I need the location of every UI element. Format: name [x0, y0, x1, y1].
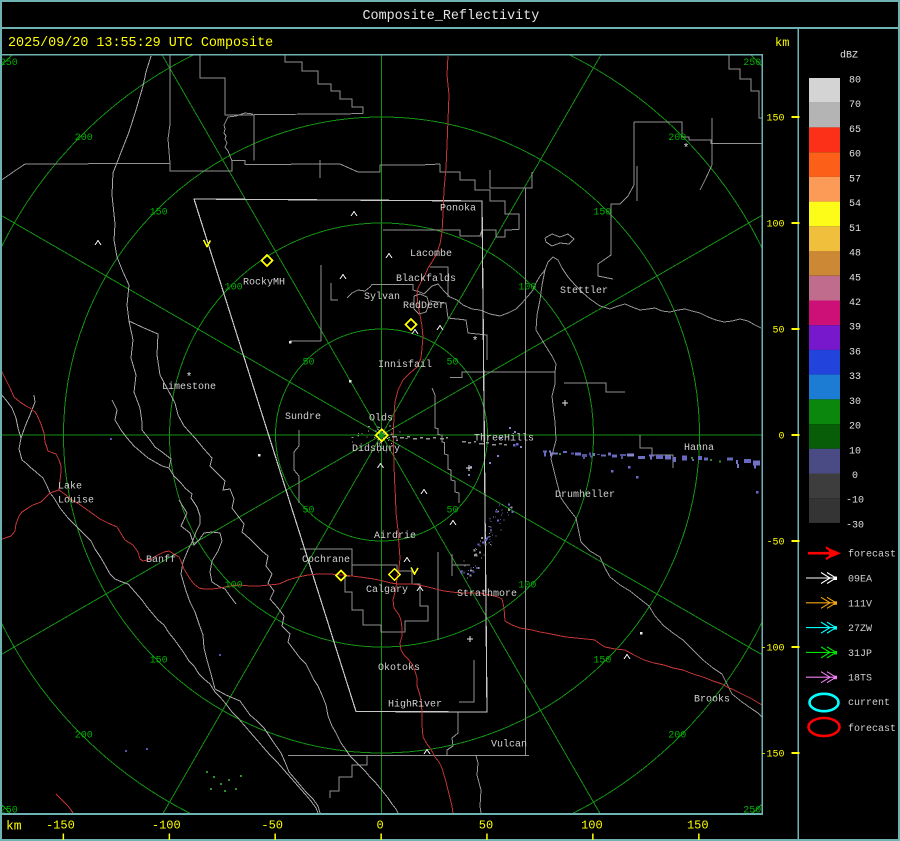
svg-text:150: 150 [593, 656, 611, 667]
svg-text:0: 0 [852, 471, 858, 482]
svg-text:250: 250 [0, 58, 18, 69]
svg-text:Cochrane: Cochrane [302, 554, 350, 566]
svg-text:Vulcan: Vulcan [491, 739, 527, 751]
svg-text:200: 200 [75, 730, 93, 741]
svg-text:70: 70 [849, 100, 861, 111]
svg-text:Hanna: Hanna [684, 443, 714, 454]
svg-text:forecast: forecast [848, 549, 896, 561]
svg-text:-50: -50 [261, 819, 283, 833]
svg-text:27ZW: 27ZW [848, 624, 872, 635]
svg-text:Stettler: Stettler [560, 285, 608, 297]
svg-text:48: 48 [849, 249, 861, 260]
svg-text:-10: -10 [846, 496, 864, 507]
svg-text:Strathmore: Strathmore [457, 588, 517, 600]
svg-text:100: 100 [518, 283, 536, 294]
svg-text:50: 50 [302, 506, 314, 517]
svg-text:200: 200 [75, 133, 93, 144]
svg-text:100: 100 [766, 220, 784, 231]
svg-text:*: * [472, 336, 479, 348]
svg-text:RockyMH: RockyMH [243, 277, 285, 289]
svg-text:250: 250 [743, 58, 761, 69]
svg-text:100: 100 [581, 819, 603, 833]
svg-text:RedDeer: RedDeer [403, 300, 445, 312]
svg-text:42: 42 [849, 298, 861, 309]
svg-text:Lake: Lake [58, 481, 82, 493]
svg-text:51: 51 [849, 224, 861, 235]
svg-text:*: * [186, 372, 193, 384]
svg-text:30: 30 [849, 397, 861, 408]
svg-text:-150: -150 [46, 819, 75, 833]
svg-text:Airdrie: Airdrie [374, 530, 416, 542]
svg-text:Innisfail: Innisfail [378, 359, 432, 371]
svg-text:50: 50 [302, 358, 314, 369]
svg-text:33: 33 [849, 372, 861, 383]
svg-text:65: 65 [849, 125, 861, 136]
svg-text:Lacombe: Lacombe [410, 248, 452, 260]
svg-text:Composite_Reflectivity: Composite_Reflectivity [363, 9, 540, 24]
svg-text:Banff: Banff [146, 554, 176, 566]
svg-text:20: 20 [849, 422, 861, 433]
svg-text:HighRiver: HighRiver [388, 699, 442, 711]
svg-text:100: 100 [225, 581, 243, 592]
svg-text:50: 50 [479, 819, 493, 833]
svg-text:-100: -100 [760, 644, 784, 655]
svg-text:Drumheller: Drumheller [555, 489, 615, 501]
svg-text:150: 150 [687, 819, 709, 833]
svg-text:Ponoka: Ponoka [440, 203, 476, 215]
svg-text:50: 50 [446, 358, 458, 369]
svg-text:Blackfalds: Blackfalds [396, 273, 456, 285]
svg-text:0: 0 [778, 432, 784, 443]
svg-text:Okotoks: Okotoks [378, 662, 420, 674]
svg-text:100: 100 [225, 283, 243, 294]
svg-text:Louise: Louise [58, 495, 94, 507]
svg-text:Sundre: Sundre [285, 411, 321, 423]
svg-text:forecast: forecast [848, 723, 896, 735]
svg-text:150: 150 [593, 208, 611, 219]
svg-text:200: 200 [668, 730, 686, 741]
svg-text:50: 50 [772, 326, 784, 337]
svg-text:-30: -30 [846, 521, 864, 532]
svg-text:80: 80 [849, 76, 861, 87]
svg-text:50: 50 [446, 506, 458, 517]
svg-text:111V: 111V [848, 599, 872, 610]
svg-text:54: 54 [849, 199, 861, 210]
svg-text:150: 150 [150, 208, 168, 219]
svg-text:*: * [683, 143, 690, 155]
svg-text:Olds: Olds [369, 413, 393, 425]
svg-text:150: 150 [766, 114, 784, 125]
svg-text:36: 36 [849, 347, 861, 358]
svg-text:Calgary: Calgary [366, 584, 408, 596]
svg-text:km: km [775, 36, 789, 50]
svg-text:2025/09/20 13:55:29 UTC Compos: 2025/09/20 13:55:29 UTC Composite [8, 36, 273, 51]
svg-text:100: 100 [518, 581, 536, 592]
svg-text:-50: -50 [766, 538, 784, 549]
svg-text:-100: -100 [152, 819, 181, 833]
svg-text:09EA: 09EA [848, 575, 872, 586]
svg-text:km: km [6, 819, 22, 834]
svg-text:Didsbury: Didsbury [352, 443, 400, 455]
svg-text:Sylvan: Sylvan [364, 291, 400, 303]
svg-text:150: 150 [150, 656, 168, 667]
svg-text:31JP: 31JP [848, 649, 872, 660]
svg-text:dBZ: dBZ [840, 50, 858, 62]
svg-text:39: 39 [849, 323, 861, 334]
svg-text:-150: -150 [760, 750, 784, 761]
svg-text:Brooks: Brooks [694, 694, 730, 706]
svg-text:ThreeHills: ThreeHills [474, 433, 534, 445]
svg-text:10: 10 [849, 446, 861, 457]
svg-text:57: 57 [849, 174, 861, 185]
svg-text:current: current [848, 698, 890, 709]
svg-text:60: 60 [849, 150, 861, 161]
svg-text:18TS: 18TS [848, 674, 872, 685]
svg-text:45: 45 [849, 273, 861, 284]
svg-text:0: 0 [376, 819, 383, 833]
